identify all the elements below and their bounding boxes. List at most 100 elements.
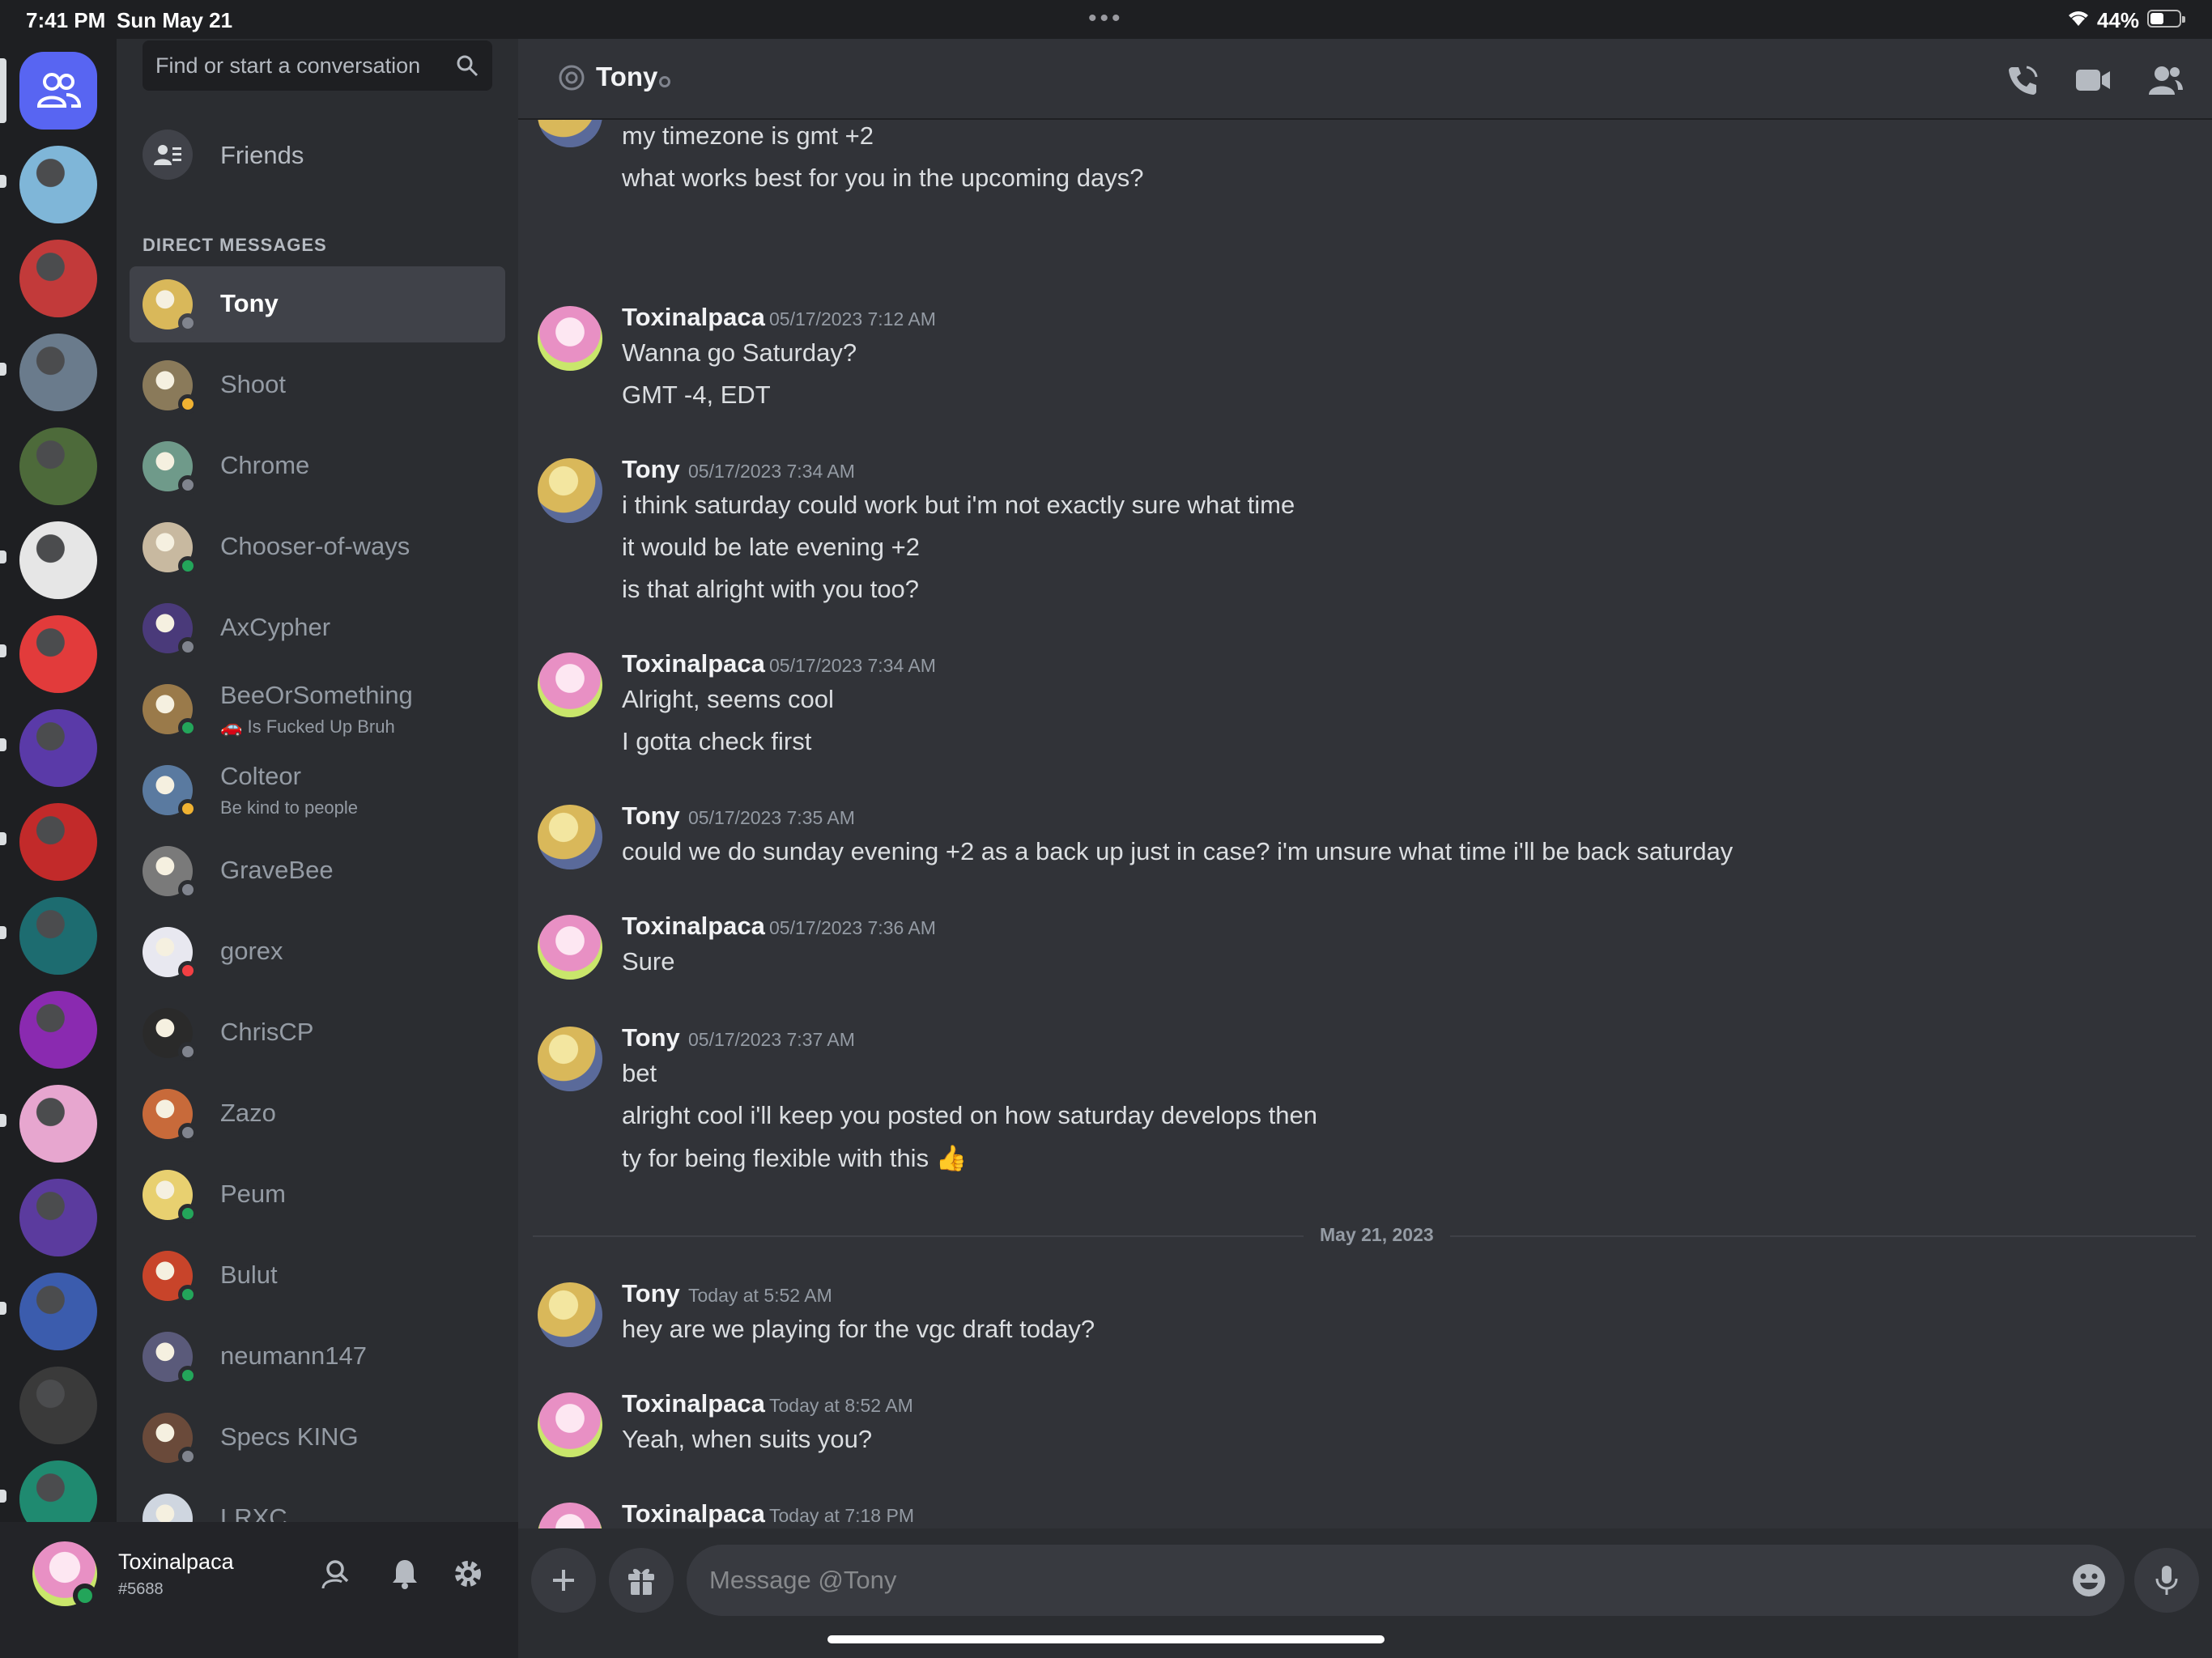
friends-item[interactable]: Friends [130,118,505,191]
gift-button[interactable] [609,1548,674,1613]
status-idle-icon [178,394,198,414]
status-offline-icon [178,313,198,333]
message-avatar[interactable] [538,306,602,371]
dm-item[interactable]: Peum [130,1157,505,1233]
dm-item[interactable]: ChrisCP [130,995,505,1071]
message-avatar[interactable] [538,915,602,980]
status-date: Sun May 21 [117,8,233,32]
server-icon[interactable] [19,1367,97,1444]
message-author[interactable]: Toxinalpaca [622,912,765,941]
unread-indicator [0,832,6,845]
video-icon [2076,70,2110,91]
server-rail [0,39,117,1658]
direct-messages-header: DIRECT MESSAGES [143,235,327,255]
dm-item[interactable]: Chrome [130,428,505,504]
message-author[interactable]: Toxinalpaca [622,303,765,332]
server-icon[interactable] [19,1273,97,1350]
unread-indicator [0,1490,6,1503]
message-author[interactable]: Tony [622,1279,680,1308]
server-icon[interactable] [19,897,97,975]
message-input[interactable]: Message @Tony [687,1545,2125,1616]
message-avatar[interactable] [538,1392,602,1457]
settings-button[interactable] [449,1554,487,1593]
dm-custom-status: Be kind to people [220,797,359,818]
status-online-icon [178,1204,198,1223]
dm-item[interactable]: Chooser-of-ways [130,509,505,585]
home-indicator[interactable] [827,1635,1385,1643]
gift-icon [628,1568,654,1595]
message-timestamp: 05/17/2023 7:36 AM [769,917,936,938]
message-timestamp: 05/17/2023 7:34 AM [688,461,855,482]
members-icon [2149,66,2183,95]
status-offline-icon [178,880,198,899]
dm-name: Chooser-of-ways [220,532,410,560]
message-text: I gotta check first [622,727,812,755]
message-author[interactable]: Toxinalpaca [622,649,765,678]
server-icon[interactable] [19,334,97,411]
status-mobile-icon [178,556,198,576]
notifications-button[interactable] [385,1554,424,1593]
message-author[interactable]: Tony [622,1023,680,1052]
message-list: hey, we're up for the vgc draftmy timezo… [518,120,2212,1528]
dm-item[interactable]: Colteor Be kind to people [130,752,505,828]
message-avatar[interactable] [538,1282,602,1347]
server-icon[interactable] [19,709,97,787]
unread-indicator [0,551,6,563]
dm-item[interactable]: GraveBee [130,833,505,909]
message-timestamp: 05/17/2023 7:37 AM [688,1029,855,1050]
server-icon[interactable] [19,803,97,881]
members-button[interactable] [2146,60,2186,100]
dm-item[interactable]: Bulut [130,1238,505,1314]
server-icon[interactable] [19,615,97,693]
status-offline-icon [178,1042,198,1061]
message-author[interactable]: Tony [622,455,680,484]
message-text: Alright, seems cool [622,685,834,713]
find-friends-button[interactable] [319,1554,358,1593]
user-name: Toxinalpaca [118,1550,234,1574]
voice-call-button[interactable] [2003,60,2044,100]
dm-item[interactable]: Zazo [130,1076,505,1152]
dm-name: ChrisCP [220,1018,314,1046]
server-icon[interactable] [19,240,97,317]
voice-message-button[interactable] [2134,1548,2199,1613]
dm-item[interactable]: Specs KING [130,1400,505,1476]
dm-item[interactable]: Tony [130,266,505,342]
status-idle-icon [178,799,198,818]
message-avatar[interactable] [538,653,602,717]
server-icon[interactable] [19,521,97,599]
server-icon[interactable] [19,991,97,1069]
search-input[interactable]: Find or start a conversation [143,40,492,91]
dm-item[interactable]: Shoot [130,347,505,423]
server-icon[interactable] [19,427,97,505]
direct-messages-icon [36,73,82,108]
multitasking-dots-icon[interactable]: ••• [1088,5,1124,32]
status-online-icon [178,718,198,738]
message-author[interactable]: Tony [622,801,680,831]
microphone-icon [2155,1566,2178,1595]
message-avatar[interactable] [538,1027,602,1091]
message-avatar[interactable] [538,1503,602,1528]
home-button[interactable] [19,52,97,130]
server-icon[interactable] [19,1179,97,1256]
phone-icon [2009,66,2038,95]
server-icon[interactable] [19,146,97,223]
video-call-button[interactable] [2073,60,2113,100]
friends-icon [143,130,193,180]
emoji-icon[interactable] [2069,1561,2108,1600]
dm-item[interactable]: gorex [130,914,505,990]
dm-item[interactable]: BeeOrSomething 🚗 Is Fucked Up Bruh [130,671,505,747]
message-avatar[interactable] [538,120,602,147]
dm-item[interactable]: AxCypher [130,590,505,666]
message-author[interactable]: Toxinalpaca [622,1389,765,1418]
message-avatar[interactable] [538,805,602,869]
message-avatar[interactable] [538,458,602,523]
server-icon[interactable] [19,1085,97,1163]
attach-button[interactable] [531,1548,596,1613]
at-icon [559,65,585,91]
status-time: 7:41 PM [26,8,106,32]
message-text: Yeah, when suits you? [622,1425,873,1453]
message-author[interactable]: Toxinalpaca [622,1499,765,1528]
bell-icon [393,1560,417,1589]
status-offline-icon [178,637,198,657]
dm-item[interactable]: neumann147 [130,1319,505,1395]
